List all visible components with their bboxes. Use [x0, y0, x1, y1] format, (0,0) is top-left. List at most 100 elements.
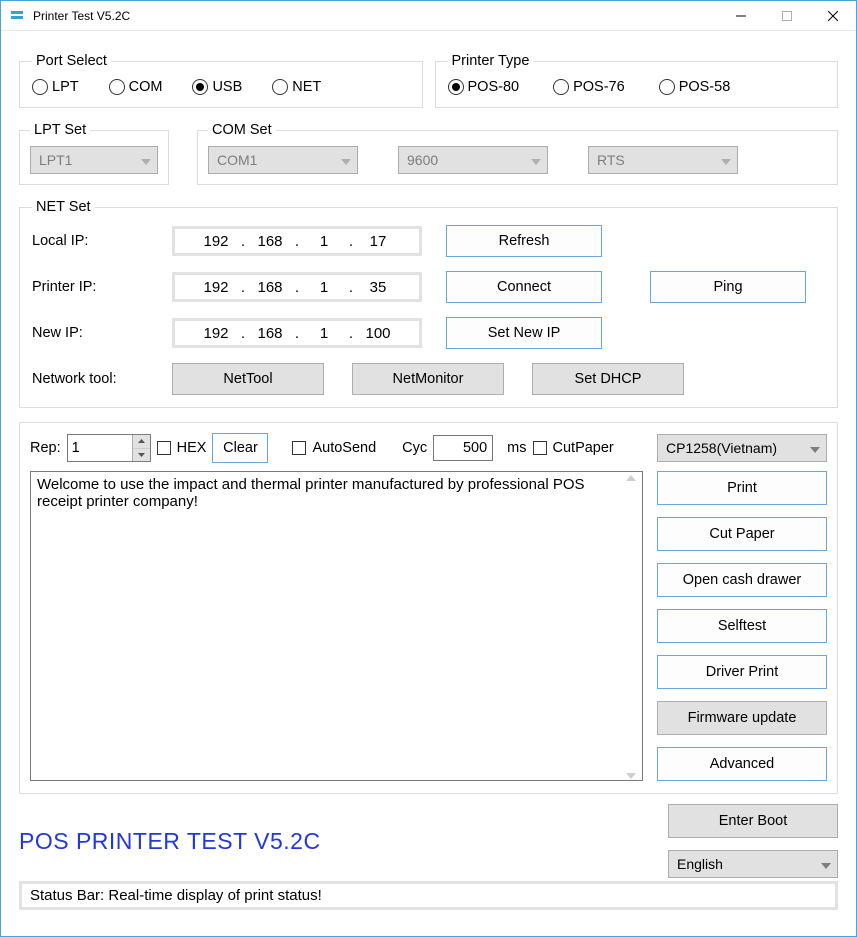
- app-icon: [9, 8, 25, 24]
- cutpaper-label: CutPaper: [553, 440, 614, 456]
- netmonitor-button[interactable]: NetMonitor: [352, 363, 504, 395]
- ip-octet[interactable]: 100: [356, 325, 400, 342]
- enter-boot-button[interactable]: Enter Boot: [668, 804, 838, 838]
- titlebar: Printer Test V5.2C: [1, 1, 856, 31]
- printer-ip-label: Printer IP:: [32, 279, 172, 295]
- new-ip-input[interactable]: 192. 168. 1. 100: [172, 318, 422, 348]
- language-value: English: [677, 856, 723, 872]
- ip-octet[interactable]: 1: [302, 325, 346, 342]
- com-baud-dropdown: 9600: [398, 146, 548, 174]
- printer-type-radio-label: POS-76: [573, 79, 625, 95]
- com-set-legend: COM Set: [208, 122, 276, 138]
- lpt-port-value: LPT1: [39, 152, 72, 168]
- hex-checkbox[interactable]: [157, 441, 171, 455]
- port-radio-label: NET: [292, 79, 321, 95]
- language-dropdown[interactable]: English: [668, 850, 838, 878]
- window-title: Printer Test V5.2C: [33, 9, 130, 23]
- chevron-down-icon: [821, 856, 831, 872]
- print-button[interactable]: Print: [657, 471, 827, 505]
- autosend-checkbox[interactable]: [292, 441, 306, 455]
- radio-icon: [272, 79, 288, 95]
- port-radio-usb[interactable]: USB: [192, 79, 242, 95]
- encoding-dropdown[interactable]: CP1258(Vietnam): [657, 434, 827, 462]
- com-baud-value: 9600: [407, 152, 438, 168]
- hex-label: HEX: [177, 440, 207, 456]
- ip-octet[interactable]: 1: [302, 279, 346, 296]
- cyc-label: Cyc: [402, 440, 427, 456]
- network-tool-label: Network tool:: [32, 371, 172, 387]
- lpt-port-dropdown: LPT1: [30, 146, 158, 174]
- content-area: Port Select LPT COM USB NET Printer Type PO…: [1, 31, 856, 892]
- ip-octet[interactable]: 192: [194, 279, 238, 296]
- printer-type-radio-pos-76[interactable]: POS-76: [553, 79, 625, 95]
- encoding-value: CP1258(Vietnam): [666, 440, 777, 456]
- net-set-group: NET Set Local IP: 192. 168. 1. 17 Refres…: [19, 199, 838, 408]
- port-select-legend: Port Select: [32, 53, 111, 69]
- driver-print-button[interactable]: Driver Print: [657, 655, 827, 689]
- app-title: POS PRINTER TEST V5.2C: [19, 828, 321, 855]
- com-port-value: COM1: [217, 152, 257, 168]
- printer-type-legend: Printer Type: [448, 53, 534, 69]
- set-dhcp-button[interactable]: Set DHCP: [532, 363, 684, 395]
- port-radio-com[interactable]: COM: [109, 79, 163, 95]
- printer-ip-input[interactable]: 192. 168. 1. 35: [172, 272, 422, 302]
- close-button[interactable]: [810, 1, 856, 31]
- ping-button[interactable]: Ping: [650, 271, 806, 303]
- com-port-dropdown: COM1: [208, 146, 358, 174]
- port-radio-label: USB: [212, 79, 242, 95]
- autosend-label: AutoSend: [312, 440, 376, 456]
- ip-octet[interactable]: 168: [248, 325, 292, 342]
- printer-type-radio-pos-58[interactable]: POS-58: [659, 79, 731, 95]
- port-radio-net[interactable]: NET: [272, 79, 321, 95]
- spin-up-button[interactable]: [133, 435, 150, 449]
- maximize-button: [764, 1, 810, 31]
- port-radio-label: LPT: [52, 79, 79, 95]
- chevron-down-icon: [141, 152, 151, 168]
- ip-octet[interactable]: 17: [356, 233, 400, 250]
- app-window: Printer Test V5.2C Port Select LPT COM USB…: [0, 0, 857, 937]
- printer-type-radio-label: POS-58: [679, 79, 731, 95]
- radio-icon: [192, 79, 208, 95]
- lpt-set-group: LPT Set LPT1: [19, 122, 169, 185]
- radio-icon: [659, 79, 675, 95]
- status-bar: Status Bar: Real-time display of print s…: [19, 881, 838, 910]
- cyc-input[interactable]: [433, 435, 493, 461]
- port-radio-lpt[interactable]: LPT: [32, 79, 79, 95]
- rep-spinner[interactable]: [67, 434, 151, 462]
- send-text-area[interactable]: [30, 471, 643, 781]
- selftest-button[interactable]: Selftest: [657, 609, 827, 643]
- ip-octet[interactable]: 168: [248, 279, 292, 296]
- refresh-button[interactable]: Refresh: [446, 225, 602, 257]
- port-select-group: Port Select LPT COM USB NET: [19, 53, 423, 108]
- radio-icon: [32, 79, 48, 95]
- ip-octet[interactable]: 192: [194, 325, 238, 342]
- connect-button[interactable]: Connect: [446, 271, 602, 303]
- firmware-update-button[interactable]: Firmware update: [657, 701, 827, 735]
- clear-button[interactable]: Clear: [212, 433, 268, 463]
- send-panel: Rep: HEX Clear AutoSend Cyc ms: [19, 422, 838, 794]
- ip-octet[interactable]: 168: [248, 233, 292, 250]
- cutpaper-checkbox[interactable]: [533, 441, 547, 455]
- net-set-legend: NET Set: [32, 199, 95, 215]
- minimize-button[interactable]: [718, 1, 764, 31]
- com-flow-value: RTS: [597, 152, 625, 168]
- radio-icon: [109, 79, 125, 95]
- radio-icon: [448, 79, 464, 95]
- local-ip-input[interactable]: 192. 168. 1. 17: [172, 226, 422, 256]
- local-ip-label: Local IP:: [32, 233, 172, 249]
- nettool-button[interactable]: NetTool: [172, 363, 324, 395]
- spin-down-button[interactable]: [133, 449, 150, 462]
- rep-label: Rep:: [30, 440, 61, 456]
- ip-octet[interactable]: 192: [194, 233, 238, 250]
- ip-octet[interactable]: 35: [356, 279, 400, 296]
- chevron-down-icon: [341, 152, 351, 168]
- rep-input[interactable]: [68, 435, 132, 461]
- open-cash-drawer-button[interactable]: Open cash drawer: [657, 563, 827, 597]
- cut-paper-button[interactable]: Cut Paper: [657, 517, 827, 551]
- set-new-ip-button[interactable]: Set New IP: [446, 317, 602, 349]
- printer-type-radio-pos-80[interactable]: POS-80: [448, 79, 520, 95]
- ip-octet[interactable]: 1: [302, 233, 346, 250]
- advanced-button[interactable]: Advanced: [657, 747, 827, 781]
- com-flow-dropdown: RTS: [588, 146, 738, 174]
- printer-type-radio-label: POS-80: [468, 79, 520, 95]
